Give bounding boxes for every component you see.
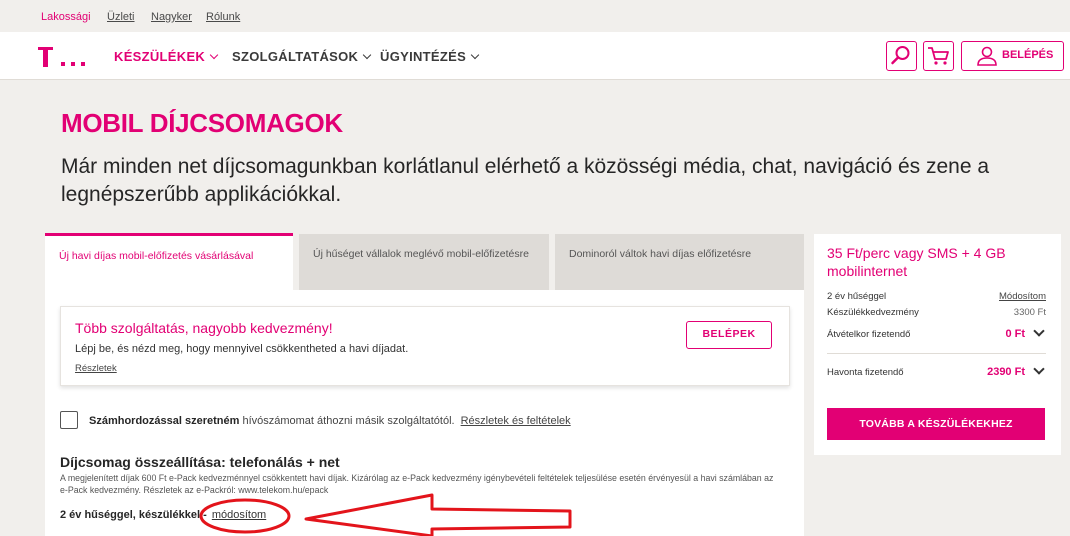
tab-loyalty-existing[interactable]: Új hűséget vállalok meglévő mobil-előfiz… — [299, 234, 549, 290]
summary-discount-row: Készülékkedvezmény 3300 Ft — [827, 307, 1046, 318]
loyalty-text: 2 év hűséggel, készülékkel - — [60, 509, 207, 521]
porting-checkbox[interactable] — [60, 411, 78, 429]
promo-details-link[interactable]: Részletek — [75, 363, 117, 374]
summary-pickup-row[interactable]: Átvételkor fizetendő 0 Ft — [827, 325, 1046, 340]
promo-card: Több szolgáltatás, nagyobb kedvezmény! L… — [60, 306, 790, 386]
summary-loyalty-label: 2 év hűséggel — [827, 291, 887, 302]
tab-domino-switch[interactable]: Dominoról váltok havi díjas előfizetésre — [555, 234, 804, 290]
summary-panel: 35 Ft/perc vagy SMS + 4 GB mobilinternet… — [814, 234, 1061, 455]
utility-bar: Lakossági Üzleti Nagyker Rólunk — [0, 0, 1070, 32]
util-link-rolunk[interactable]: Rólunk — [206, 11, 240, 23]
user-icon — [977, 46, 997, 66]
main-panel: Több szolgáltatás, nagyobb kedvezmény! L… — [45, 290, 804, 536]
nav-szolgaltatasok-label: SZOLGÁLTATÁSOK — [232, 49, 359, 64]
promo-login-button[interactable]: BELÉPEK — [686, 321, 772, 349]
util-link-lakossagi[interactable]: Lakossági — [41, 11, 91, 23]
util-link-nagyker[interactable]: Nagyker — [151, 11, 192, 23]
main-header: KÉSZÜLÉKEK SZOLGÁLTATÁSOK ÜGYINTÉZÉS BEL… — [0, 32, 1070, 80]
nav-szolgaltatasok[interactable]: SZOLGÁLTATÁSOK — [232, 49, 372, 64]
chevron-down-icon[interactable] — [1033, 363, 1045, 375]
nav-ugyintezes[interactable]: ÜGYINTÉZÉS — [380, 49, 480, 64]
porting-details-link[interactable]: Részletek és feltételek — [461, 415, 571, 427]
summary-pickup-value: 0 Ft — [1005, 328, 1025, 340]
page-title: MOBIL DÍJCSOMAGOK — [61, 108, 343, 138]
nav-keszulekek[interactable]: KÉSZÜLÉKEK — [114, 49, 219, 64]
tab-new-subscription[interactable]: Új havi díjas mobil-előfizetés vásárlásá… — [45, 233, 293, 291]
chevron-down-icon — [209, 50, 219, 60]
util-link-uzleti[interactable]: Üzleti — [107, 11, 135, 23]
search-button[interactable] — [886, 41, 917, 71]
page-subtitle: Már minden net díjcsomagunkban korlátlan… — [61, 155, 990, 206]
summary-monthly-label: Havonta fizetendő — [827, 367, 904, 378]
chevron-down-icon — [363, 50, 372, 60]
continue-to-devices-button[interactable]: TOVÁBB A KÉSZÜLÉKEKHEZ — [827, 408, 1045, 440]
promo-text: Lépj be, és nézd meg, hogy mennyivel csö… — [75, 343, 409, 355]
summary-monthly-row[interactable]: Havonta fizetendő 2390 Ft — [827, 363, 1046, 378]
summary-loyalty-row: 2 év hűséggel Módosítom — [827, 291, 1046, 302]
summary-modify-link[interactable]: Módosítom — [999, 291, 1046, 302]
summary-discount-value: 3300 Ft — [1013, 307, 1046, 318]
chevron-down-icon — [470, 50, 480, 60]
loyalty-line: 2 év hűséggel, készülékkel - módosítom — [60, 509, 266, 521]
nav-ugyintezes-label: ÜGYINTÉZÉS — [380, 49, 467, 64]
login-button[interactable]: BELÉPÉS — [961, 41, 1064, 71]
cart-icon — [928, 47, 949, 65]
summary-pickup-label: Átvételkor fizetendő — [827, 329, 911, 340]
package-description: A megjelenített díjak 600 Ft e-Pack kedv… — [60, 473, 774, 495]
search-icon — [891, 46, 910, 65]
modify-link[interactable]: módosítom — [212, 509, 266, 521]
login-label: BELÉPÉS — [1002, 49, 1054, 61]
summary-discount-label: Készülékkedvezmény — [827, 307, 919, 318]
porting-bold: Számhordozással szeretném — [89, 415, 240, 427]
nav-keszulekek-label: KÉSZÜLÉKEK — [114, 49, 206, 64]
chevron-down-icon[interactable] — [1033, 325, 1045, 337]
promo-title: Több szolgáltatás, nagyobb kedvezmény! — [75, 320, 333, 336]
cart-button[interactable] — [923, 41, 954, 71]
summary-monthly-value: 2390 Ft — [987, 366, 1025, 378]
telekom-logo-icon[interactable] — [38, 44, 92, 68]
porting-text: Számhordozással szeretném hívószámomat á… — [89, 415, 571, 427]
package-title: Díjcsomag összeállítása: telefonálás + n… — [60, 454, 340, 470]
summary-divider — [827, 353, 1046, 354]
summary-title: 35 Ft/perc vagy SMS + 4 GB mobilinternet — [827, 245, 1006, 279]
porting-normal: hívószámomat áthozni másik szolgáltatótó… — [239, 415, 455, 427]
